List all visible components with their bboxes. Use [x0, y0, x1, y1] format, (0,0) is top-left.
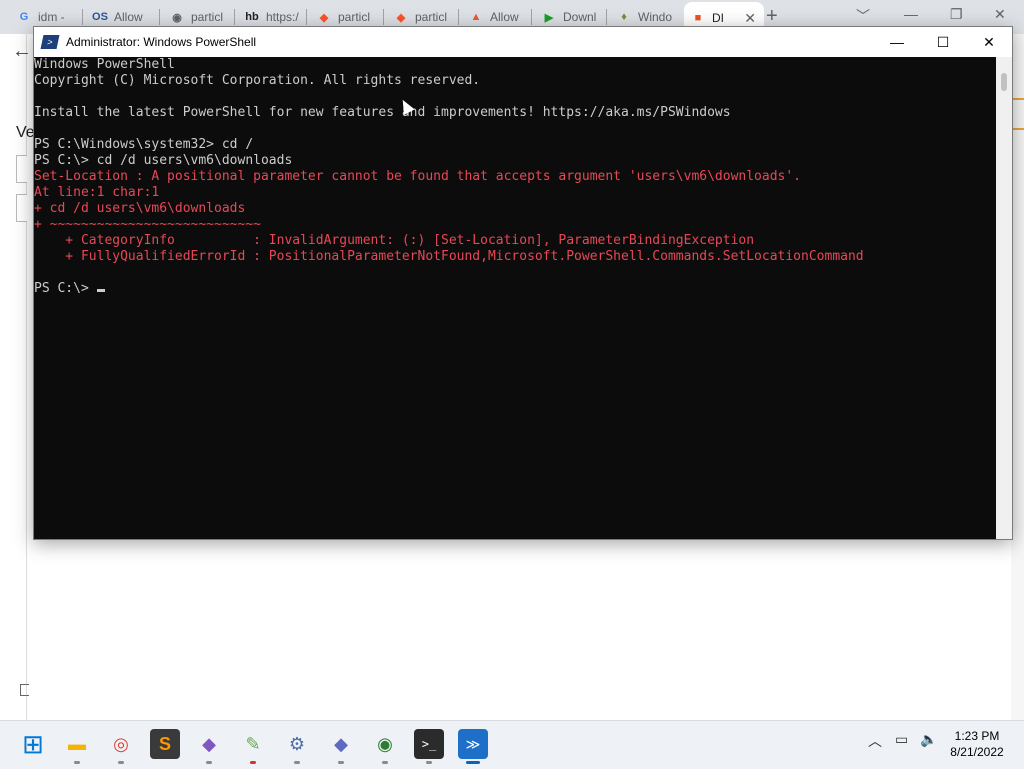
network-monitor-icon[interactable]: ▭ [895, 731, 908, 748]
console-prompt: PS C:\> [34, 281, 97, 296]
running-indicator [250, 761, 256, 764]
taskbar: ⊞ ▬ ◎ S ◆ ✎ ⚙ ◆ ◉ >_ ≫ ︿ ▭ 🔈 [0, 720, 1024, 769]
browser-minimize-icon[interactable]: — [904, 6, 918, 22]
tab-separator [306, 9, 307, 25]
powershell-titlebar[interactable]: > Administrator: Windows PowerShell — ☐ … [34, 27, 1012, 57]
clock[interactable]: 1:23 PM 8/21/2022 [946, 728, 1008, 760]
os-icon: OS [92, 11, 108, 23]
play-icon: ▶ [544, 11, 554, 24]
tab-separator [383, 9, 384, 25]
tab-close-icon[interactable]: ✕ [744, 10, 756, 27]
scrollbar-thumb[interactable] [1001, 73, 1007, 91]
tab-separator [234, 9, 235, 25]
globe-icon: ◉ [172, 11, 182, 24]
console-line: PS C:\Windows\system32> cd / [34, 137, 254, 152]
tab-separator [159, 9, 160, 25]
file-explorer-icon[interactable]: ▬ [62, 729, 92, 759]
page-side-text: Ve [16, 124, 35, 141]
tab-separator [458, 9, 459, 25]
network-globe-icon[interactable]: ◉ [370, 729, 400, 759]
brave-icon: ◆ [396, 11, 406, 24]
browser-tab-label: idm - [38, 10, 65, 24]
text-cursor [96, 289, 105, 292]
browser-tab-label: Allow [114, 10, 143, 24]
new-tab-button[interactable]: + [766, 5, 778, 28]
powershell-window[interactable]: > Administrator: Windows PowerShell — ☐ … [33, 26, 1013, 540]
windows-color-icon: ■ [694, 12, 702, 24]
console-scrollbar[interactable] [996, 57, 1012, 539]
clock-date: 8/21/2022 [950, 745, 1004, 759]
running-indicator [466, 761, 480, 764]
powershell-icon[interactable]: ≫ [458, 729, 488, 759]
browser-tab-label: https:/ [266, 10, 299, 24]
running-indicator [118, 761, 124, 764]
browser-tab-label: Windo [638, 10, 673, 24]
running-indicator [74, 761, 80, 764]
console-error-line: + CategoryInfo : InvalidArgument: (:) [S… [34, 233, 755, 248]
console-error-line: Set-Location : A positional parameter ca… [34, 169, 802, 184]
browser-tab-label: particl [338, 10, 371, 24]
maximize-button[interactable]: ☐ [920, 27, 966, 57]
brave-icon: ◆ [319, 11, 329, 24]
browser-tab-label: particl [191, 10, 224, 24]
tab-search-icon[interactable]: ﹀ [856, 6, 870, 26]
app-icon: ♦ [621, 11, 627, 23]
page-input-fragment[interactable] [16, 194, 27, 222]
visual-studio-code-icon[interactable]: ◆ [326, 729, 356, 759]
minimize-button[interactable]: — [874, 27, 920, 57]
running-indicator [206, 761, 212, 764]
console-line: Install the latest PowerShell for new fe… [34, 105, 731, 120]
console-line: Copyright (C) Microsoft Corporation. All… [34, 73, 481, 88]
volume-icon[interactable]: 🔈 [920, 731, 937, 748]
tab-separator [531, 9, 532, 25]
browser-tab-label: DI [712, 11, 724, 25]
start-icon[interactable]: ⊞ [18, 729, 48, 759]
chrome-icon[interactable]: ◎ [106, 729, 136, 759]
console-line: Windows PowerShell [34, 57, 175, 72]
google-icon: G [19, 11, 29, 23]
terminal-icon[interactable]: >_ [414, 729, 444, 759]
rainbow-icon: ▲ [470, 11, 482, 23]
page-checkbox[interactable] [20, 684, 29, 696]
running-indicator [426, 761, 432, 764]
close-button[interactable]: ✕ [966, 27, 1012, 57]
window-title: Administrator: Windows PowerShell [66, 35, 257, 49]
visual-studio-icon[interactable]: ◆ [194, 729, 224, 759]
browser-restore-icon[interactable]: ❐ [950, 6, 963, 23]
browser-close-icon[interactable]: ✕ [994, 6, 1006, 23]
powershell-icon: > [40, 35, 60, 49]
console-error-line: + ~~~~~~~~~~~~~~~~~~~~~~~~~~~ [34, 217, 261, 232]
console-error-line: + FullyQualifiedErrorId : PositionalPara… [34, 249, 864, 264]
browser-tab-label: Downl [563, 10, 597, 24]
console-error-line: At line:1 char:1 [34, 185, 160, 200]
notepad-plus-icon[interactable]: ✎ [238, 729, 268, 759]
sublime-text-icon[interactable]: S [150, 729, 180, 759]
hb-icon: hb [245, 11, 259, 23]
back-arrow-icon[interactable]: ← [12, 40, 32, 63]
console-lines: Windows PowerShell Copyright (C) Microsof… [34, 57, 996, 281]
console-prompt-line[interactable]: PS C:\> [34, 281, 996, 297]
clock-time: 1:23 PM [954, 729, 1000, 743]
tab-separator [606, 9, 607, 25]
browser-tab-label: Allow [490, 10, 519, 24]
settings-icon[interactable]: ⚙ [282, 729, 312, 759]
console-error-line: + cd /d users\vm6\downloads [34, 201, 246, 216]
page-input-fragment[interactable] [16, 155, 27, 183]
console-line: PS C:\> cd /d users\vm6\downloads [34, 153, 293, 168]
console-output[interactable]: Windows PowerShell Copyright (C) Microsof… [34, 57, 996, 539]
browser-tab-label: particl [415, 10, 448, 24]
running-indicator [338, 761, 344, 764]
tab-separator [82, 9, 83, 25]
running-indicator [382, 761, 388, 764]
running-indicator [294, 761, 300, 764]
chevron-up-icon[interactable]: ︿ [868, 731, 882, 751]
